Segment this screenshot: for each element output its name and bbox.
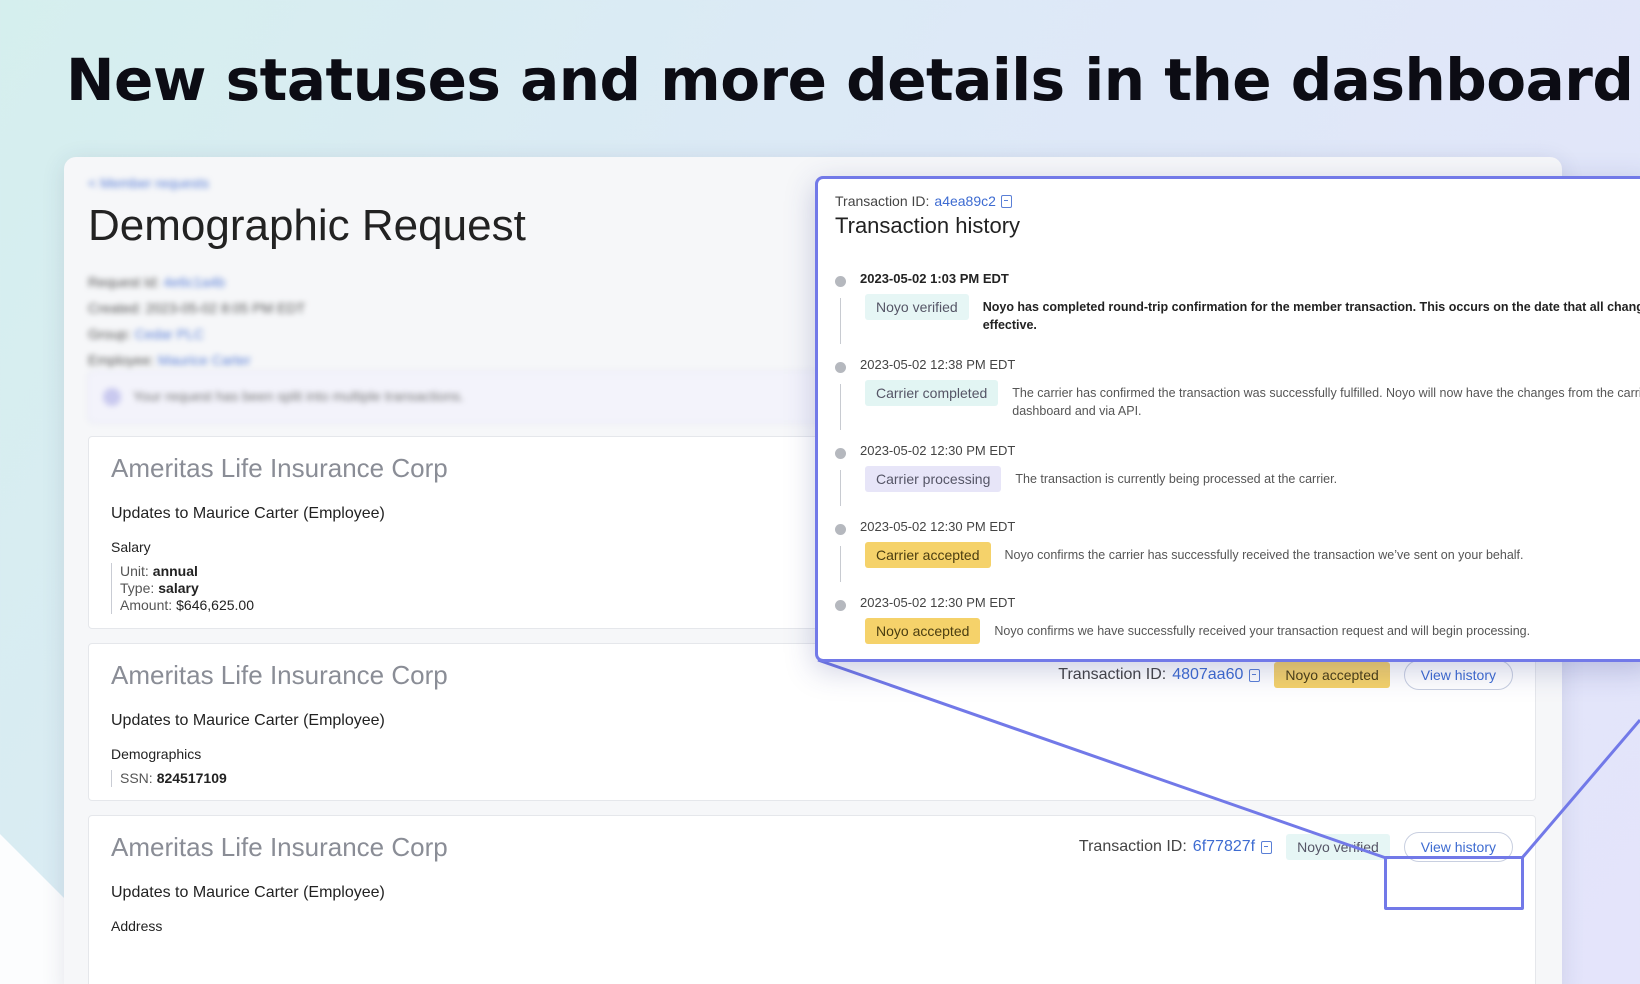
updates-heading: Updates to Maurice Carter (Employee) bbox=[111, 505, 385, 522]
history-event: 2023-05-02 12:38 PM EDT Carrier complete… bbox=[835, 357, 1640, 443]
event-time: 2023-05-02 12:38 PM EDT bbox=[860, 357, 1016, 372]
view-history-button[interactable]: View history bbox=[1403, 660, 1513, 690]
event-time: 2023-05-02 12:30 PM EDT bbox=[860, 595, 1016, 610]
field-value: $646,625.00 bbox=[176, 597, 254, 613]
info-icon bbox=[103, 388, 121, 406]
transaction-id: Transaction ID: 6f77827f bbox=[1078, 838, 1273, 856]
transaction-panel: Ameritas Life Insurance Corp Transaction… bbox=[88, 643, 1536, 801]
field-label: Unit: bbox=[120, 563, 149, 579]
event-description-line: The carrier has confirmed the transactio… bbox=[1012, 386, 1640, 400]
event-description-line: Noyo has completed round-trip confirmati… bbox=[982, 300, 1640, 314]
status-badge: Carrier completed bbox=[865, 380, 999, 406]
event-description: Noyo confirms the carrier has successful… bbox=[1004, 548, 1524, 562]
field-label: Amount: bbox=[120, 597, 173, 613]
popup-transaction-id-label: Transaction ID: bbox=[835, 193, 930, 209]
event-description-line: effective. bbox=[982, 318, 1037, 332]
highlight-box bbox=[1384, 856, 1524, 910]
headline: New statuses and more details in the das… bbox=[66, 46, 1634, 114]
timeline-line bbox=[840, 298, 841, 344]
event-description: The transaction is currently being proce… bbox=[1015, 472, 1338, 486]
history-event: 2023-05-02 1:03 PM EDT Noyo verified Noy… bbox=[835, 271, 1640, 357]
status-badge: Noyo accepted bbox=[1274, 662, 1390, 688]
section-heading: Demographics bbox=[111, 746, 202, 762]
event-time: 2023-05-02 12:30 PM EDT bbox=[860, 443, 1016, 458]
created-label: Created: bbox=[88, 300, 142, 316]
event-description: The carrier has confirmed the transactio… bbox=[1012, 380, 1640, 420]
request-id-label: Request Id: bbox=[88, 274, 160, 290]
status-badge: Carrier accepted bbox=[865, 542, 991, 568]
transaction-id-link[interactable]: 4807aa60 bbox=[1172, 666, 1243, 684]
timeline-dot bbox=[835, 600, 846, 611]
timeline-line bbox=[840, 470, 841, 506]
updates-heading: Updates to Maurice Carter (Employee) bbox=[111, 884, 385, 901]
history-event: 2023-05-02 12:30 PM EDT Carrier processi… bbox=[835, 443, 1640, 519]
transaction-id-link[interactable]: 6f77827f bbox=[1193, 838, 1255, 856]
popup-transaction-id-link[interactable]: a4ea89c2 bbox=[934, 193, 996, 209]
created-value: 2023-05-02 8:05 PM EDT bbox=[145, 300, 306, 316]
transaction-id-label: Transaction ID: bbox=[1058, 666, 1167, 683]
transaction-panel: Ameritas Life Insurance Corp Transaction… bbox=[88, 815, 1536, 984]
section-heading: Salary bbox=[111, 539, 151, 555]
event-description: Noyo confirms we have successfully recei… bbox=[994, 624, 1531, 638]
notice-text: Your request has been split into multipl… bbox=[133, 388, 465, 404]
status-badge: Noyo verified bbox=[865, 294, 969, 320]
field-value: salary bbox=[158, 580, 199, 596]
transaction-id-label: Transaction ID: bbox=[1078, 838, 1187, 855]
history-event: 2023-05-02 12:30 PM EDT Noyo accepted No… bbox=[835, 595, 1640, 659]
popup-title: Transaction history bbox=[835, 213, 1021, 238]
status-badge: Carrier processing bbox=[865, 466, 1002, 492]
event-description-line: dashboard and via API. bbox=[1012, 404, 1142, 418]
transaction-id: Transaction ID: 4807aa60 bbox=[1058, 666, 1261, 684]
page-title: Demographic Request bbox=[88, 201, 526, 250]
status-badge: Noyo accepted bbox=[865, 618, 981, 644]
field-label: Type: bbox=[120, 580, 155, 596]
group-label: Group: bbox=[88, 326, 131, 342]
field-list: SSN: 824517109 bbox=[111, 770, 227, 787]
timeline-line bbox=[840, 384, 841, 430]
copy-icon[interactable] bbox=[1261, 840, 1273, 854]
employee-label: Employee: bbox=[88, 352, 155, 368]
split-notice: Your request has been split into multipl… bbox=[88, 371, 908, 423]
request-meta: Request Id: 4e6c1a4b Created: 2023-05-02… bbox=[88, 269, 305, 373]
carrier-name: Ameritas Life Insurance Corp bbox=[111, 453, 448, 483]
history-event: 2023-05-02 12:30 PM EDT Carrier accepted… bbox=[835, 519, 1640, 595]
carrier-name: Ameritas Life Insurance Corp bbox=[111, 660, 448, 690]
carrier-name: Ameritas Life Insurance Corp bbox=[111, 832, 448, 862]
event-time: 2023-05-02 12:30 PM EDT bbox=[860, 519, 1016, 534]
timeline-dot bbox=[835, 276, 846, 287]
field-list: Unit: annual Type: salary Amount: $646,625.… bbox=[111, 563, 254, 614]
updates-heading: Updates to Maurice Carter (Employee) bbox=[111, 712, 385, 729]
event-description: Noyo has completed round-trip confirmati… bbox=[983, 294, 1640, 334]
event-time: 2023-05-02 1:03 PM EDT bbox=[860, 271, 1009, 286]
timeline-dot bbox=[835, 362, 846, 373]
field-value: annual bbox=[152, 563, 198, 579]
group-link[interactable]: Cedar PLC bbox=[135, 326, 204, 342]
transaction-controls: Transaction ID: 4807aa60 Noyo accepted V… bbox=[1058, 660, 1513, 690]
timeline-dot bbox=[835, 524, 846, 535]
employee-link[interactable]: Maurice Carter bbox=[158, 352, 251, 368]
timeline-line bbox=[840, 546, 841, 582]
transaction-history-popup: Transaction ID: a4ea89c2 Transaction his… bbox=[815, 176, 1640, 662]
history-timeline: 2023-05-02 1:03 PM EDT Noyo verified Noy… bbox=[835, 271, 1640, 659]
status-badge: Noyo verified bbox=[1286, 834, 1390, 860]
field-value: 824517109 bbox=[156, 770, 227, 786]
copy-icon[interactable] bbox=[1000, 194, 1012, 208]
copy-icon[interactable] bbox=[1249, 668, 1261, 682]
request-id-link[interactable]: 4e6c1a4b bbox=[164, 274, 226, 290]
section-heading: Address bbox=[111, 918, 163, 934]
breadcrumb[interactable]: < Member requests bbox=[88, 175, 209, 191]
field-label: SSN: bbox=[120, 770, 153, 786]
popup-transaction-id: Transaction ID: a4ea89c2 bbox=[835, 193, 1012, 209]
timeline-dot bbox=[835, 448, 846, 459]
